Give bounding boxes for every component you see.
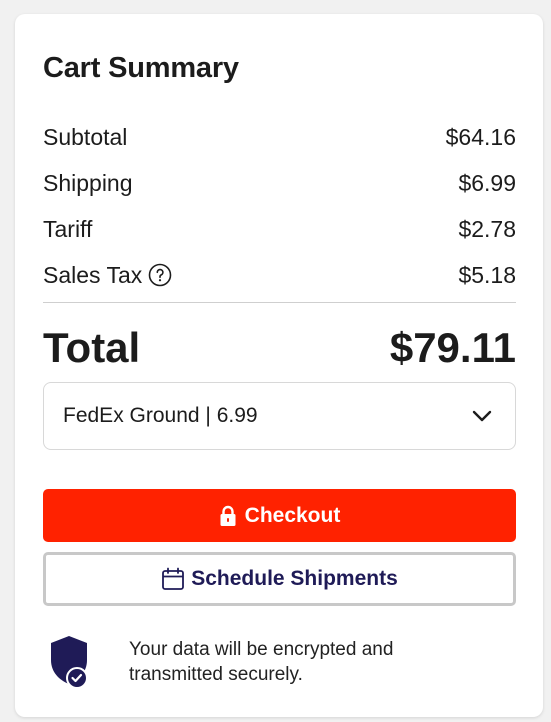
shipping-label: Shipping [43,169,133,196]
summary-rows: Subtotal $64.16 Shipping $6.99 Tariff $2… [43,114,516,298]
security-note: Your data will be encrypted and transmit… [49,634,449,690]
shipping-row: Shipping $6.99 [43,160,516,206]
cart-summary-card: Cart Summary Subtotal $64.16 Shipping $6… [15,14,543,717]
checkout-label: Checkout [244,503,341,527]
tariff-value: $2.78 [458,215,516,242]
tariff-row: Tariff $2.78 [43,206,516,252]
help-circle-icon[interactable] [148,263,172,287]
cart-summary-title: Cart Summary [43,52,239,84]
total-label: Total [43,324,141,371]
schedule-shipments-label: Schedule Shipments [191,567,398,590]
shipping-method-value: FedEx Ground | 6.99 [63,404,258,427]
security-message: Your data will be encrypted and transmit… [129,639,394,685]
checkout-button[interactable]: Checkout [43,489,516,542]
shield-check-icon [49,634,93,690]
shipping-value: $6.99 [458,169,516,196]
chevron-down-icon [471,405,493,427]
subtotal-label: Subtotal [43,123,128,150]
total-row: Total $79.11 [43,320,516,376]
lock-icon [219,505,237,527]
sales-tax-label: Sales Tax [43,261,143,288]
schedule-shipments-button[interactable]: Schedule Shipments [43,552,516,606]
tariff-label: Tariff [43,215,93,242]
total-value: $79.11 [389,324,516,371]
subtotal-row: Subtotal $64.16 [43,114,516,160]
summary-divider [43,302,516,303]
sales-tax-row: Sales Tax $5.18 [43,252,516,298]
sales-tax-value: $5.18 [458,261,516,288]
shipping-method-select[interactable]: FedEx Ground | 6.99 [43,382,516,450]
sales-tax-label-group: Sales Tax [43,262,172,289]
subtotal-value: $64.16 [445,123,516,150]
calendar-icon [161,567,185,591]
